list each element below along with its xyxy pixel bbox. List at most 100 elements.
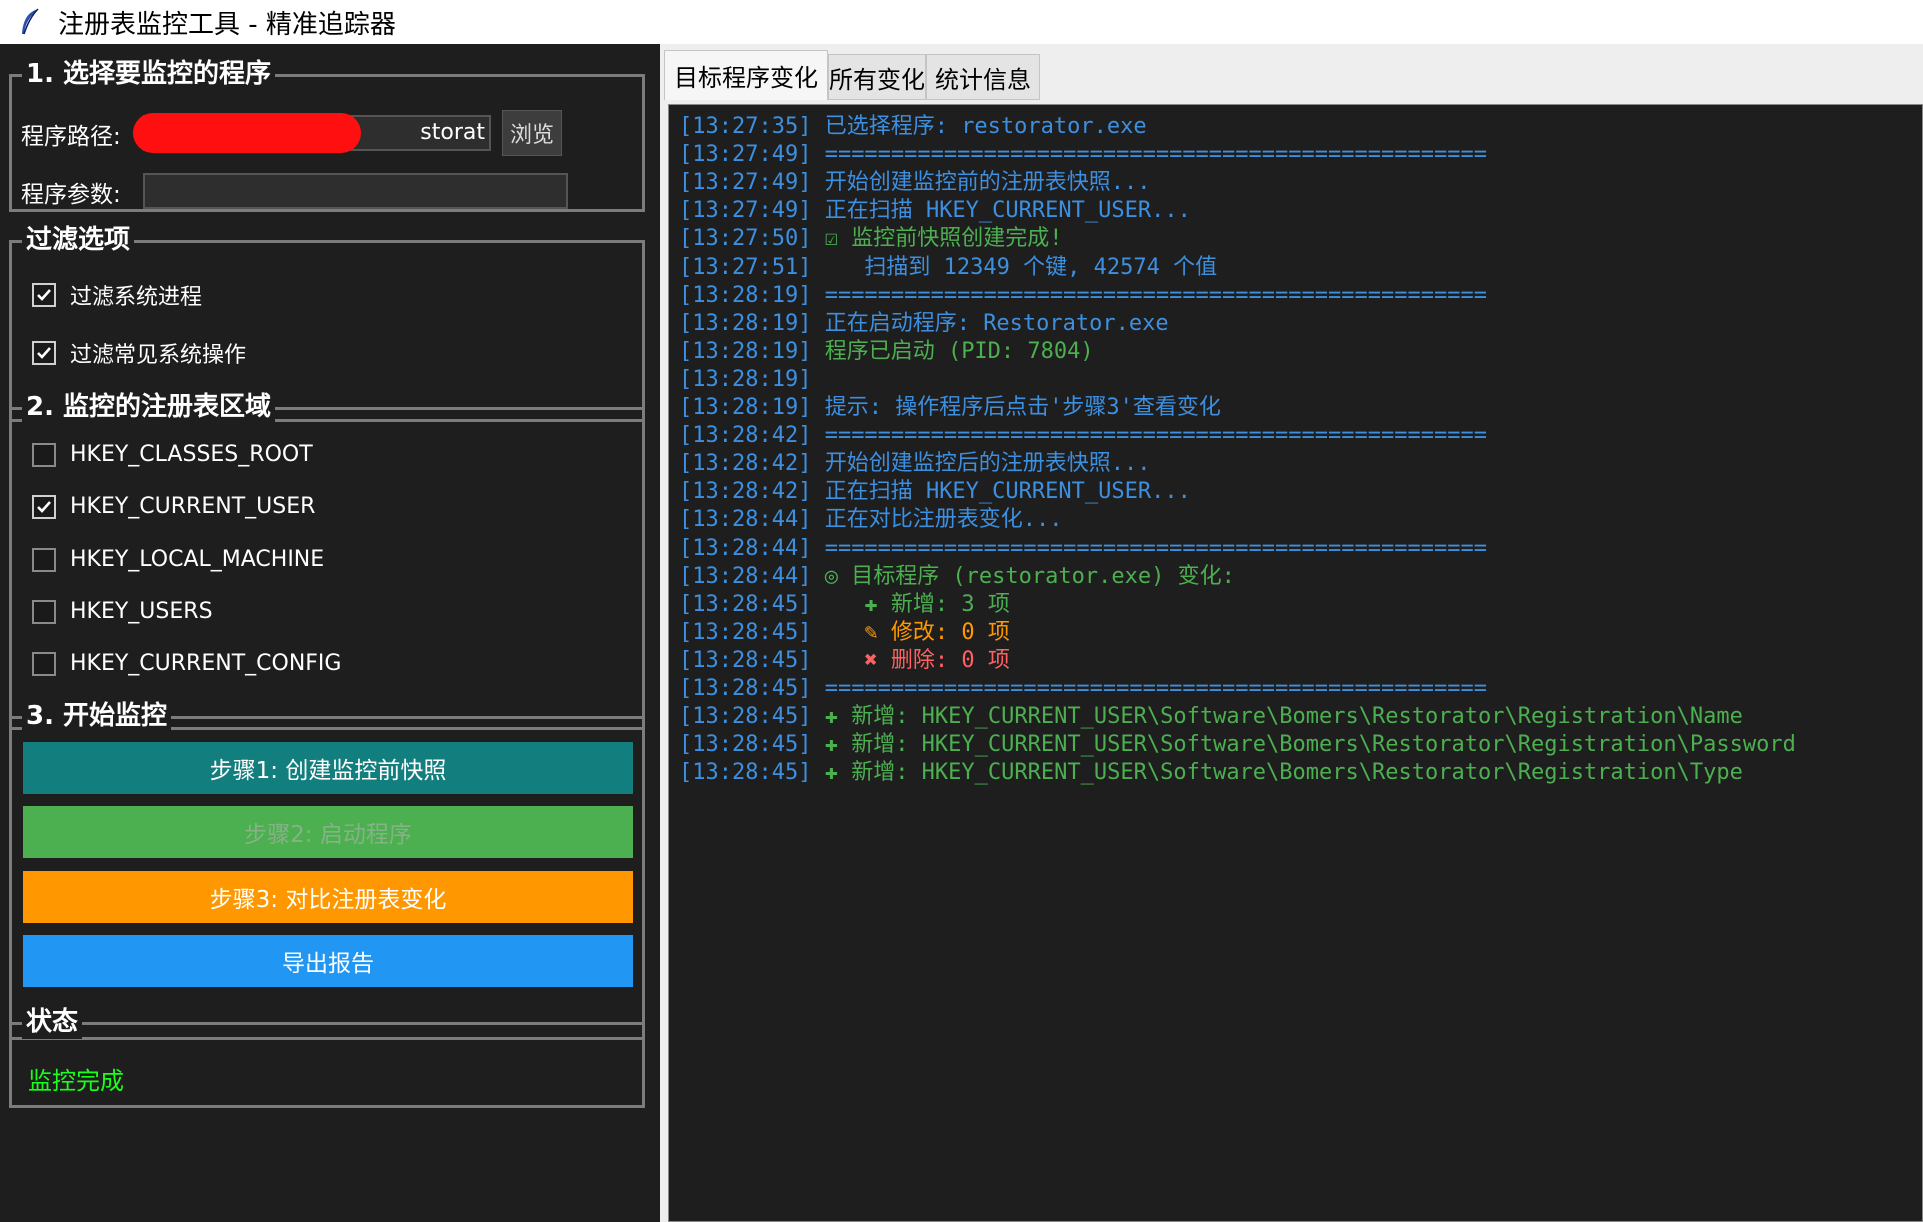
log-timestamp: [13:28:19] <box>679 310 812 336</box>
log-timestamp: [13:28:42] <box>679 479 812 505</box>
log-line: [13:28:42] 开始创建监控后的注册表快照... <box>679 450 1150 478</box>
log-message: ========================================… <box>811 676 1487 701</box>
log-message: 正在对比注册表变化... <box>811 507 1063 533</box>
checkbox-hkcc[interactable] <box>32 651 56 676</box>
check-icon <box>37 500 51 513</box>
status-group: 状态 监控完成 <box>9 1005 645 1108</box>
log-message: ✎ 修改: 0 项 <box>811 619 1010 645</box>
log-line: [13:28:45] ✚ 新增: HKEY_CURRENT_USER\Softw… <box>679 759 1743 787</box>
hive-group: 2. 监控的注册表区域 HKEY_CLASSES_ROOT HKEY_CURRE… <box>9 390 645 730</box>
log-message: 程序已启动 (PID: 7804) <box>811 338 1094 364</box>
checkbox-filter-system-process[interactable] <box>32 283 56 307</box>
tab-bar: 目标程序变化 所有变化 统计信息 <box>660 50 1923 100</box>
log-line: [13:28:42] =============================… <box>679 422 1487 450</box>
log-line: [13:27:51] 扫描到 12349 个键, 42574 个值 <box>679 254 1217 282</box>
program-args-input[interactable] <box>143 173 568 209</box>
log-timestamp: [13:28:45] <box>679 647 812 673</box>
log-line: [13:28:45] ✚ 新增: 3 项 <box>679 591 1010 619</box>
log-timestamp: [13:28:45] <box>679 760 812 786</box>
log-line: [13:28:44] =============================… <box>679 535 1487 563</box>
log-line: [13:28:19] 程序已启动 (PID: 7804) <box>679 338 1094 366</box>
step1-snapshot-button[interactable]: 步骤1: 创建监控前快照 <box>23 742 633 794</box>
log-message: ✚ 新增: HKEY_CURRENT_USER\Software\Bomers\… <box>811 732 1796 758</box>
log-message: 正在扫描 HKEY_CURRENT_USER... <box>811 479 1191 505</box>
log-timestamp: [13:28:42] <box>679 451 812 477</box>
filter-common-ops-label: 过滤常见系统操作 <box>70 343 247 368</box>
checkbox-hkcr[interactable] <box>32 442 56 467</box>
hive-label: HKEY_USERS <box>70 599 213 624</box>
log-line: [13:28:45] =============================… <box>679 675 1487 703</box>
log-output[interactable]: [13:27:35] 已选择程序: restorator.exe [13:27:4… <box>668 104 1923 1222</box>
log-message: ========================================… <box>811 535 1487 561</box>
hive-option-users[interactable]: HKEY_USERS <box>32 599 213 624</box>
hive-option-current-config[interactable]: HKEY_CURRENT_CONFIG <box>32 651 341 676</box>
check-icon <box>37 289 51 301</box>
hive-group-title: 2. 监控的注册表区域 <box>22 390 276 424</box>
log-message: 正在扫描 HKEY_CURRENT_USER... <box>811 198 1191 224</box>
checkbox-hku[interactable] <box>32 599 56 624</box>
log-timestamp: [13:28:44] <box>679 535 812 561</box>
log-message: 扫描到 12349 个键, 42574 个值 <box>811 254 1218 280</box>
checkbox-hkcu[interactable] <box>32 494 56 519</box>
log-timestamp: [13:28:45] <box>679 704 812 730</box>
log-line: [13:28:19] <box>679 366 811 394</box>
log-message: ========================================… <box>811 423 1487 449</box>
log-message: ✖ 删除: 0 项 <box>811 647 1010 673</box>
check-icon <box>37 347 51 359</box>
title-bar: 注册表监控工具 - 精准追踪器 <box>0 0 1923 44</box>
log-line: [13:28:45] ✚ 新增: HKEY_CURRENT_USER\Softw… <box>679 703 1743 731</box>
log-line: [13:27:49] 开始创建监控前的注册表快照... <box>679 169 1150 197</box>
hive-option-local-machine[interactable]: HKEY_LOCAL_MACHINE <box>32 547 324 572</box>
log-line: [13:28:45] ✎ 修改: 0 项 <box>679 619 1010 647</box>
log-line: [13:28:19] 提示: 操作程序后点击'步骤3'查看变化 <box>679 394 1221 422</box>
hive-option-current-user[interactable]: HKEY_CURRENT_USER <box>32 494 315 519</box>
hive-option-classes-root[interactable]: HKEY_CLASSES_ROOT <box>32 442 313 467</box>
log-timestamp: [13:27:49] <box>679 198 812 224</box>
log-timestamp: [13:27:49] <box>679 142 812 168</box>
log-line: [13:28:45] ✖ 删除: 0 项 <box>679 647 1010 675</box>
tab-target-changes[interactable]: 目标程序变化 <box>664 50 828 100</box>
log-timestamp: [13:28:19] <box>679 282 812 308</box>
log-line: [13:28:42] 正在扫描 HKEY_CURRENT_USER... <box>679 478 1191 506</box>
log-timestamp: [13:28:45] <box>679 591 812 617</box>
export-report-button[interactable]: 导出报告 <box>23 935 633 987</box>
program-group: 1. 选择要监控的程序 程序路径: storat 浏览 程序参数: <box>9 57 645 212</box>
log-timestamp: [13:28:19] <box>679 395 812 420</box>
args-label: 程序参数: <box>21 182 121 208</box>
log-message: ☑ 监控前快照创建完成! <box>811 226 1063 252</box>
window-title: 注册表监控工具 - 精准追踪器 <box>58 9 396 40</box>
log-line: [13:27:49] 正在扫描 HKEY_CURRENT_USER... <box>679 197 1191 225</box>
feather-icon <box>22 8 39 35</box>
log-timestamp: [13:28:45] <box>679 676 812 701</box>
step2-launch-button[interactable]: 步骤2: 启动程序 <box>23 806 633 858</box>
checkbox-hklm[interactable] <box>32 547 56 572</box>
monitor-group-title: 3. 开始监控 <box>22 699 172 733</box>
log-timestamp: [13:28:45] <box>679 619 812 645</box>
log-line: [13:28:19] =============================… <box>679 282 1487 310</box>
log-message: 开始创建监控前的注册表快照... <box>811 170 1151 196</box>
log-line: [13:28:45] ✚ 新增: HKEY_CURRENT_USER\Softw… <box>679 731 1796 759</box>
browse-button[interactable]: 浏览 <box>502 110 562 156</box>
filter-common-ops-option[interactable]: 过滤常见系统操作 <box>32 337 246 369</box>
log-message: ========================================… <box>811 142 1487 168</box>
hive-label: HKEY_CURRENT_CONFIG <box>70 651 342 676</box>
log-timestamp: [13:27:51] <box>679 254 812 280</box>
log-line: [13:28:44] 正在对比注册表变化... <box>679 506 1062 534</box>
log-line: [13:27:49] =============================… <box>679 141 1487 169</box>
log-timestamp: [13:28:42] <box>679 423 812 449</box>
log-message: ◎ 目标程序 (restorator.exe) 变化: <box>811 563 1235 589</box>
log-timestamp: [13:27:35] <box>679 114 812 139</box>
log-message: ========================================… <box>811 282 1487 308</box>
control-panel: 1. 选择要监控的程序 程序路径: storat 浏览 程序参数: 过滤选项 过… <box>0 44 658 1222</box>
log-line: [13:27:50] ☑ 监控前快照创建完成! <box>679 225 1062 253</box>
filter-system-process-option[interactable]: 过滤系统进程 <box>32 279 202 311</box>
checkbox-filter-common-ops[interactable] <box>32 341 56 365</box>
tab-statistics[interactable]: 统计信息 <box>926 54 1040 100</box>
program-path-value: storat <box>420 120 485 145</box>
hive-label: HKEY_CURRENT_USER <box>70 494 316 519</box>
log-line: [13:28:44] ◎ 目标程序 (restorator.exe) 变化: <box>679 563 1235 591</box>
status-group-title: 状态 <box>22 1005 83 1039</box>
step3-compare-button[interactable]: 步骤3: 对比注册表变化 <box>23 871 633 923</box>
tab-all-changes[interactable]: 所有变化 <box>828 54 926 100</box>
log-message: 已选择程序: restorator.exe <box>811 114 1147 139</box>
